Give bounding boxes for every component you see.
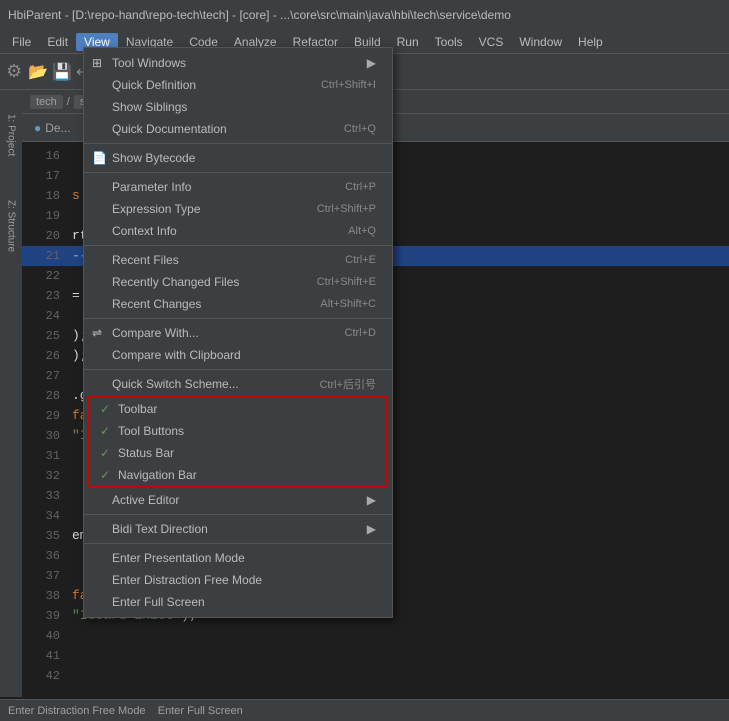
menu-item-tool-windows-label: Tool Windows <box>112 56 186 70</box>
menu-item-navigation-bar[interactable]: ✓ Navigation Bar <box>90 464 386 486</box>
bytecode-icon: 📄 <box>92 151 107 165</box>
menu-item-parameter-info-label: Parameter Info <box>112 180 191 194</box>
menu-item-enter-presentation[interactable]: Enter Presentation Mode <box>84 547 392 569</box>
compare-icon: ⇌ <box>92 326 102 340</box>
menu-item-recent-files[interactable]: Recent Files Ctrl+E <box>84 249 392 271</box>
shortcut-parameter-info: Ctrl+P <box>345 181 376 193</box>
separator-2 <box>84 172 392 173</box>
shortcut-quick-switch-scheme: Ctrl+后引号 <box>319 376 376 392</box>
menu-item-context-info[interactable]: Context Info Alt+Q <box>84 220 392 242</box>
menu-item-active-editor[interactable]: Active Editor ▶ <box>84 489 392 511</box>
menu-item-enter-full-screen-label: Enter Full Screen <box>112 595 205 609</box>
menu-item-quick-definition-label: Quick Definition <box>112 78 196 92</box>
menu-item-toolbar-label: Toolbar <box>118 402 157 416</box>
menu-item-show-siblings[interactable]: Show Siblings <box>84 96 392 118</box>
menu-item-enter-full-screen[interactable]: Enter Full Screen <box>84 591 392 613</box>
menu-item-expression-type-label: Expression Type <box>112 202 201 216</box>
menu-item-recently-changed-files[interactable]: Recently Changed Files Ctrl+Shift+E <box>84 271 392 293</box>
separator-1 <box>84 143 392 144</box>
shortcut-context-info: Alt+Q <box>348 225 376 237</box>
menu-item-navigation-bar-label: Navigation Bar <box>118 468 197 482</box>
menu-item-quick-definition[interactable]: Quick Definition Ctrl+Shift+I <box>84 74 392 96</box>
menu-item-toolbar[interactable]: ✓ Toolbar <box>90 398 386 420</box>
menu-item-enter-distraction-free-label: Enter Distraction Free Mode <box>112 573 262 587</box>
menu-item-show-bytecode[interactable]: 📄 Show Bytecode <box>84 147 392 169</box>
menu-item-quick-documentation[interactable]: Quick Documentation Ctrl+Q <box>84 118 392 140</box>
menu-item-enter-distraction-free[interactable]: Enter Distraction Free Mode <box>84 569 392 591</box>
menu-item-recently-changed-files-label: Recently Changed Files <box>112 275 239 289</box>
separator-7 <box>84 543 392 544</box>
shortcut-expression-type: Ctrl+Shift+P <box>317 203 376 215</box>
menu-item-compare-clipboard[interactable]: Compare with Clipboard <box>84 344 392 366</box>
view-dropdown-menu: ⊞ Tool Windows ▶ Quick Definition Ctrl+S… <box>83 47 393 618</box>
shortcut-recent-changes: Alt+Shift+C <box>320 298 376 310</box>
check-status-bar: ✓ <box>100 446 110 460</box>
separator-6 <box>84 514 392 515</box>
menu-item-quick-switch-scheme-label: Quick Switch Scheme... <box>112 377 239 391</box>
tool-windows-icon: ⊞ <box>92 56 102 70</box>
shortcut-quick-definition: Ctrl+Shift+I <box>321 79 376 91</box>
shortcut-compare-with: Ctrl+D <box>345 327 376 339</box>
menu-item-status-bar[interactable]: ✓ Status Bar <box>90 442 386 464</box>
separator-3 <box>84 245 392 246</box>
active-editor-arrow: ▶ <box>367 493 376 507</box>
menu-item-compare-with-label: Compare With... <box>112 326 199 340</box>
bidi-arrow: ▶ <box>367 522 376 536</box>
menu-item-status-bar-label: Status Bar <box>118 446 174 460</box>
submenu-arrow: ▶ <box>367 56 376 70</box>
menu-item-show-siblings-label: Show Siblings <box>112 100 187 114</box>
check-toolbar: ✓ <box>100 402 110 416</box>
menu-item-show-bytecode-label: Show Bytecode <box>112 151 195 165</box>
menu-item-tool-buttons[interactable]: ✓ Tool Buttons <box>90 420 386 442</box>
separator-4 <box>84 318 392 319</box>
menu-item-parameter-info[interactable]: Parameter Info Ctrl+P <box>84 176 392 198</box>
menu-item-bidi-text-direction[interactable]: Bidi Text Direction ▶ <box>84 518 392 540</box>
menu-item-recent-changes[interactable]: Recent Changes Alt+Shift+C <box>84 293 392 315</box>
checked-menu-section: ✓ Toolbar ✓ Tool Buttons ✓ Status Bar ✓ … <box>88 396 388 488</box>
menu-item-tool-buttons-label: Tool Buttons <box>118 424 184 438</box>
check-tool-buttons: ✓ <box>100 424 110 438</box>
menu-item-recent-files-label: Recent Files <box>112 253 179 267</box>
menu-item-recent-changes-label: Recent Changes <box>112 297 201 311</box>
shortcut-recent-files: Ctrl+E <box>345 254 376 266</box>
menu-item-compare-clipboard-label: Compare with Clipboard <box>112 348 241 362</box>
shortcut-quick-documentation: Ctrl+Q <box>344 123 376 135</box>
check-navigation-bar: ✓ <box>100 468 110 482</box>
menu-item-quick-switch-scheme[interactable]: Quick Switch Scheme... Ctrl+后引号 <box>84 373 392 395</box>
menu-item-bidi-text-label: Bidi Text Direction <box>112 522 208 536</box>
menu-item-quick-documentation-label: Quick Documentation <box>112 122 227 136</box>
dropdown-overlay: ⊞ Tool Windows ▶ Quick Definition Ctrl+S… <box>0 24 729 721</box>
shortcut-recently-changed-files: Ctrl+Shift+E <box>317 276 376 288</box>
menu-item-enter-presentation-label: Enter Presentation Mode <box>112 551 245 565</box>
menu-item-compare-with[interactable]: ⇌ Compare With... Ctrl+D <box>84 322 392 344</box>
menu-item-context-info-label: Context Info <box>112 224 177 238</box>
menu-item-active-editor-label: Active Editor <box>112 493 179 507</box>
separator-5 <box>84 369 392 370</box>
menu-item-expression-type[interactable]: Expression Type Ctrl+Shift+P <box>84 198 392 220</box>
title-text: HbiParent - [D:\repo-hand\repo-tech\tech… <box>8 8 511 22</box>
menu-item-tool-windows[interactable]: ⊞ Tool Windows ▶ <box>84 52 392 74</box>
